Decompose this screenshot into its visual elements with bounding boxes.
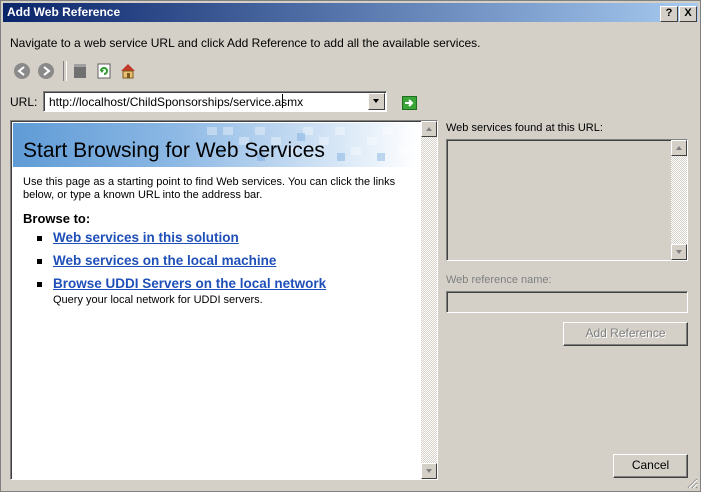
bullet-icon bbox=[37, 236, 42, 241]
url-dropdown-button[interactable] bbox=[368, 93, 385, 110]
link-web-services-solution[interactable]: Web services in this solution bbox=[53, 230, 239, 245]
home-icon[interactable] bbox=[119, 62, 137, 80]
bullet-icon bbox=[37, 282, 42, 287]
chevron-down-icon bbox=[373, 99, 379, 103]
bullet-icon bbox=[37, 259, 42, 264]
close-button[interactable]: X bbox=[679, 6, 697, 22]
url-input[interactable]: http://localhost/ChildSponsorships/servi… bbox=[49, 95, 303, 109]
uddi-description: Query your local network for UDDI server… bbox=[53, 294, 263, 306]
forward-arrow-icon[interactable] bbox=[37, 62, 55, 80]
scroll-down-button[interactable] bbox=[421, 463, 437, 479]
text-caret bbox=[282, 94, 283, 108]
scroll-down-button[interactable] bbox=[671, 244, 687, 260]
chevron-up-icon bbox=[676, 146, 682, 150]
browser-intro-text: Use this page as a starting point to fin… bbox=[23, 176, 396, 201]
web-reference-name-input[interactable] bbox=[446, 291, 688, 313]
web-reference-name-label: Web reference name: bbox=[446, 274, 552, 286]
chevron-down-icon bbox=[426, 469, 432, 473]
chevron-down-icon bbox=[676, 250, 682, 254]
stop-icon[interactable] bbox=[71, 62, 89, 80]
link-web-services-local-machine[interactable]: Web services on the local machine bbox=[53, 253, 276, 268]
scroll-up-button[interactable] bbox=[421, 121, 437, 137]
browser-banner: Start Browsing for Web Services bbox=[13, 123, 417, 167]
browser-pane: Start Browsing for Web Services Use this… bbox=[10, 120, 438, 480]
services-list-scrollbar[interactable] bbox=[671, 140, 687, 260]
cancel-button[interactable]: Cancel bbox=[613, 454, 688, 478]
chevron-up-icon bbox=[426, 127, 432, 131]
url-label: URL: bbox=[10, 95, 38, 109]
go-arrow-icon[interactable] bbox=[402, 96, 417, 110]
instructions-text: Navigate to a web service URL and click … bbox=[10, 36, 481, 50]
browser-scrollbar[interactable] bbox=[421, 121, 437, 479]
toolbar-separator bbox=[63, 61, 67, 81]
window-title: Add Web Reference bbox=[7, 5, 121, 19]
browse-to-heading: Browse to: bbox=[23, 211, 91, 226]
services-found-label: Web services found at this URL: bbox=[446, 122, 603, 134]
add-reference-button[interactable]: Add Reference bbox=[563, 322, 688, 346]
browser-page-title: Start Browsing for Web Services bbox=[23, 139, 325, 162]
back-arrow-icon[interactable] bbox=[13, 62, 31, 80]
add-web-reference-dialog: Add Web Reference ? X Navigate to a web … bbox=[0, 0, 701, 492]
help-button[interactable]: ? bbox=[660, 6, 678, 22]
url-combobox[interactable]: http://localhost/ChildSponsorships/servi… bbox=[43, 91, 387, 112]
services-found-list[interactable] bbox=[446, 139, 688, 261]
resize-grip-icon[interactable] bbox=[686, 477, 698, 489]
title-bar[interactable]: Add Web Reference ? X bbox=[3, 3, 698, 22]
link-browse-uddi-servers[interactable]: Browse UDDI Servers on the local network bbox=[53, 276, 326, 291]
refresh-icon[interactable] bbox=[95, 62, 113, 80]
scroll-up-button[interactable] bbox=[671, 140, 687, 156]
